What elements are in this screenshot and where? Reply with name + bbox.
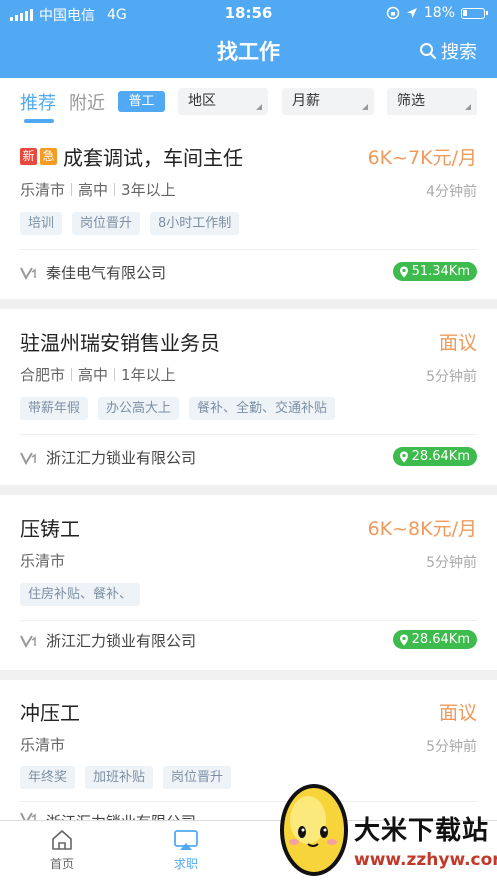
job-experience: 1年以上	[121, 366, 176, 384]
job-title: 冲压工	[20, 701, 80, 725]
app-header: 中国电信 4G 18:56 18% 找工作 搜索	[0, 0, 497, 78]
job-city: 乐清市	[20, 552, 66, 570]
location-arrow-icon	[406, 8, 417, 18]
watermark-name: 大米下载站	[354, 816, 490, 846]
posted-time: 5分钟前	[426, 555, 477, 571]
rotation-lock-icon	[386, 6, 400, 20]
job-tag: 餐补、全勤、交通补贴	[189, 397, 336, 420]
job-tag: 带薪年假	[20, 397, 89, 420]
new-badge: 新	[20, 148, 37, 165]
verified-company-icon	[20, 451, 36, 465]
home-icon	[52, 830, 72, 850]
job-tag: 培训	[20, 212, 63, 235]
job-category-chip[interactable]: 普工	[118, 91, 165, 112]
job-tag: 办公高大上	[98, 397, 180, 420]
tab-nearby[interactable]: 附近	[69, 89, 105, 115]
posted-time: 4分钟前	[426, 184, 477, 200]
tab-jobs-label: 求职	[173, 857, 198, 871]
job-card[interactable]: 驻温州瑞安销售业务员 面议 合肥市 高中 1年以上 5分钟前 带薪年假 办公高大…	[0, 309, 497, 485]
tab-recommend[interactable]: 推荐	[20, 89, 56, 115]
posted-time: 5分钟前	[426, 369, 477, 385]
verified-company-icon	[20, 812, 36, 820]
job-tags: 培训 岗位晋升 8小时工作制	[20, 212, 240, 235]
distance-value: 51.34Km	[411, 264, 470, 279]
watermark-url: www.zzhyw.com	[354, 850, 497, 870]
company-row: 浙江汇力锁业有限公司	[20, 447, 196, 468]
search-button[interactable]: 搜索	[419, 38, 477, 64]
job-card[interactable]: 新 急 成套调试，车间主任 6K~7K元/月 乐清市 高中 3年以上 4分钟前 …	[0, 124, 497, 299]
job-tag: 加班补贴	[85, 766, 154, 789]
job-title: 成套调试，车间主任	[63, 146, 243, 170]
company-name: 浙江汇力锁业有限公司	[46, 811, 196, 820]
job-tag: 年终奖	[20, 766, 76, 789]
location-pin-icon	[399, 451, 408, 462]
job-tag: 住房补贴、餐补、	[20, 583, 141, 606]
search-icon	[420, 43, 437, 60]
posted-time: 5分钟前	[426, 739, 477, 755]
tab-jobs[interactable]: 求职	[156, 829, 216, 872]
job-tag: 岗位晋升	[72, 212, 141, 235]
job-tag: 8小时工作制	[150, 212, 240, 235]
job-title: 驻温州瑞安销售业务员	[20, 331, 220, 355]
tab-home[interactable]: 首页	[32, 829, 92, 872]
job-tag: 岗位晋升	[163, 766, 232, 789]
salary-dropdown[interactable]: 月薪	[282, 88, 374, 115]
distance-value: 28.64Km	[411, 449, 470, 464]
job-title-row: 新 急 成套调试，车间主任	[20, 142, 243, 171]
job-title: 压铸工	[20, 517, 80, 541]
distance-value: 28.64Km	[411, 632, 470, 647]
job-city: 乐清市	[20, 736, 66, 754]
distance-badge: 28.64Km	[392, 630, 477, 649]
job-salary: 6K~8K元/月	[367, 518, 477, 540]
job-city: 乐清市	[20, 181, 66, 199]
distance-badge: 28.64Km	[392, 447, 477, 466]
company-row: 秦佳电气有限公司	[20, 262, 166, 283]
job-tags: 住房补贴、餐补、	[20, 583, 141, 606]
tab-home-label: 首页	[49, 857, 74, 871]
job-meta: 乐清市	[20, 734, 65, 755]
status-bar: 中国电信 4G 18:56 18%	[0, 0, 497, 26]
job-tags: 年终奖 加班补贴 岗位晋升	[20, 766, 232, 789]
job-education: 高中	[78, 181, 109, 199]
job-salary: 6K~7K元/月	[367, 147, 477, 169]
job-education: 高中	[78, 366, 109, 384]
divider	[20, 249, 477, 250]
job-meta: 乐清市	[20, 550, 65, 571]
job-tags: 带薪年假 办公高大上 餐补、全勤、交通补贴	[20, 397, 336, 420]
battery-percent: 18%	[423, 5, 455, 21]
job-city: 合肥市	[20, 366, 66, 384]
search-label: 搜索	[441, 42, 477, 63]
distance-badge: 51.34Km	[392, 262, 477, 281]
job-search-icon	[174, 830, 198, 850]
verified-company-icon	[20, 266, 36, 280]
filter-bar: 推荐 附近 普工 地区 月薪 筛选	[0, 78, 497, 124]
job-meta: 合肥市 高中 1年以上	[20, 364, 176, 385]
company-row: 浙江汇力锁业有限公司	[20, 630, 196, 651]
verified-company-icon	[20, 634, 36, 648]
job-meta: 乐清市 高中 3年以上	[20, 179, 176, 200]
region-dropdown[interactable]: 地区	[178, 88, 268, 115]
company-name: 秦佳电气有限公司	[46, 264, 167, 282]
location-pin-icon	[399, 266, 408, 277]
mascot-logo-icon	[280, 784, 348, 876]
battery-icon	[461, 7, 488, 19]
job-salary: 面议	[438, 702, 477, 724]
urgent-badge: 急	[40, 148, 57, 165]
company-row: 浙江汇力锁业有限公司	[20, 811, 196, 820]
active-tab-indicator	[24, 119, 54, 123]
company-name: 浙江汇力锁业有限公司	[46, 449, 197, 467]
site-watermark: 大米下载站 www.zzhyw.com	[272, 770, 497, 883]
divider	[20, 434, 477, 435]
company-name: 浙江汇力锁业有限公司	[46, 632, 197, 650]
divider	[20, 620, 477, 621]
job-experience: 3年以上	[121, 181, 176, 199]
job-salary: 面议	[438, 332, 477, 354]
job-card[interactable]: 压铸工 6K~8K元/月 乐清市 5分钟前 住房补贴、餐补、 浙江汇力锁业有限公…	[0, 495, 497, 670]
filter-dropdown[interactable]: 筛选	[387, 88, 477, 115]
location-pin-icon	[399, 634, 408, 645]
